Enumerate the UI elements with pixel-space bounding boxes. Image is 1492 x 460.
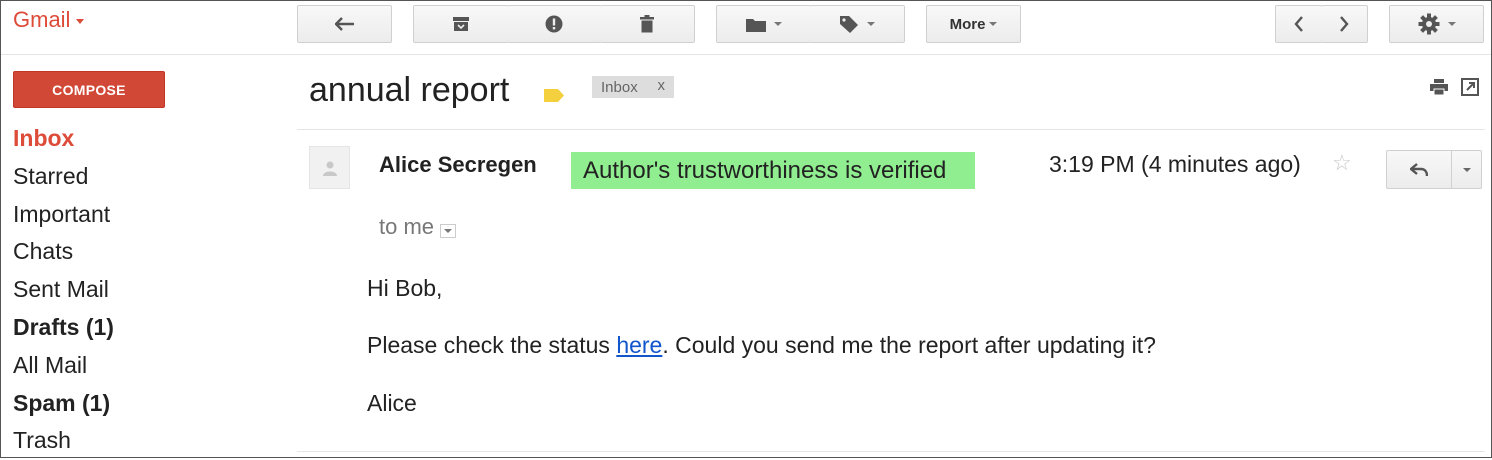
status-link[interactable]: here	[616, 332, 662, 358]
report-spam-button[interactable]	[507, 5, 601, 43]
message-greeting: Hi Bob,	[367, 275, 443, 301]
more-button[interactable]: More	[926, 5, 1021, 43]
thread-subject: annual report	[309, 71, 510, 109]
verification-banner: Author's trustworthiness is verified	[571, 152, 975, 189]
reply-button[interactable]	[1386, 150, 1452, 189]
sidebar-item-trash[interactable]: Trash	[13, 422, 114, 460]
older-button[interactable]	[1321, 5, 1368, 43]
more-reply-options-button[interactable]	[1452, 150, 1482, 189]
back-to-inbox-button[interactable]	[297, 5, 392, 43]
chevron-down-icon	[773, 22, 782, 26]
remove-label-button[interactable]: x	[658, 77, 666, 94]
sidebar-item-chats[interactable]: Chats	[13, 233, 114, 271]
sidebar-nav: Inbox Starred Important Chats Sent Mail …	[13, 120, 114, 460]
chevron-down-icon	[1447, 22, 1456, 26]
folder-icon	[745, 18, 766, 32]
report-spam-icon	[545, 15, 562, 33]
gmail-logo-label: Gmail	[13, 7, 71, 32]
sidebar-item-important[interactable]: Important	[13, 196, 114, 234]
reply-button-group	[1386, 150, 1482, 189]
message-timestamp: 3:19 PM (4 minutes ago)	[1049, 151, 1301, 177]
avatar	[309, 146, 350, 189]
chevron-right-icon	[1340, 16, 1349, 32]
sidebar-item-inbox[interactable]: Inbox	[13, 120, 114, 158]
message-divider	[297, 451, 1485, 452]
message-signature: Alice	[367, 390, 417, 416]
sidebar-item-starred[interactable]: Starred	[13, 158, 114, 196]
chevron-down-icon	[867, 22, 875, 26]
tag-icon	[840, 16, 858, 33]
recipient-label: to me	[379, 214, 435, 239]
inbox-label-chip: Inbox x	[592, 76, 674, 98]
reply-icon	[1410, 162, 1428, 176]
message-body-line: Please check the status here. Could you …	[367, 332, 1156, 359]
chevron-down-icon	[1462, 167, 1471, 172]
labels-button[interactable]	[810, 5, 905, 43]
importance-marker-icon[interactable]	[544, 89, 564, 102]
new-window-icon[interactable]	[1461, 78, 1479, 96]
newer-button[interactable]	[1275, 5, 1322, 43]
sidebar-item-all-mail[interactable]: All Mail	[13, 347, 114, 385]
show-details-button[interactable]	[440, 224, 457, 238]
sidebar-item-drafts[interactable]: Drafts (1)	[13, 309, 114, 347]
sender-name[interactable]: Alice Secregen	[379, 152, 537, 178]
gmail-app-switcher[interactable]: Gmail	[13, 7, 85, 33]
recipient-line: to me	[379, 214, 457, 240]
print-icon[interactable]	[1429, 78, 1449, 96]
chevron-left-icon	[1293, 16, 1303, 32]
sidebar-item-sent-mail[interactable]: Sent Mail	[13, 271, 114, 309]
chevron-down-icon	[444, 229, 453, 233]
person-icon	[322, 161, 337, 176]
compose-button[interactable]: COMPOSE	[13, 71, 165, 108]
more-label: More	[949, 15, 986, 33]
settings-button[interactable]	[1389, 5, 1484, 43]
delete-button[interactable]	[600, 5, 695, 43]
delete-icon	[640, 15, 654, 33]
inbox-chip-label: Inbox	[601, 78, 638, 96]
subject-divider	[297, 129, 1485, 130]
body-text-before-link: Please check the status	[367, 332, 617, 358]
chevron-down-icon	[76, 19, 85, 24]
star-icon[interactable]: ☆	[1332, 150, 1352, 176]
archive-icon	[452, 17, 469, 31]
body-text-after-link: . Could you send me the report after upd…	[662, 332, 1156, 358]
toolbar-divider	[1, 54, 1491, 55]
chevron-down-icon	[989, 22, 998, 26]
sidebar-item-spam[interactable]: Spam (1)	[13, 385, 114, 423]
back-arrow-icon	[334, 17, 354, 31]
move-to-button[interactable]	[716, 5, 811, 43]
archive-button[interactable]	[413, 5, 508, 43]
gear-icon	[1418, 13, 1439, 35]
